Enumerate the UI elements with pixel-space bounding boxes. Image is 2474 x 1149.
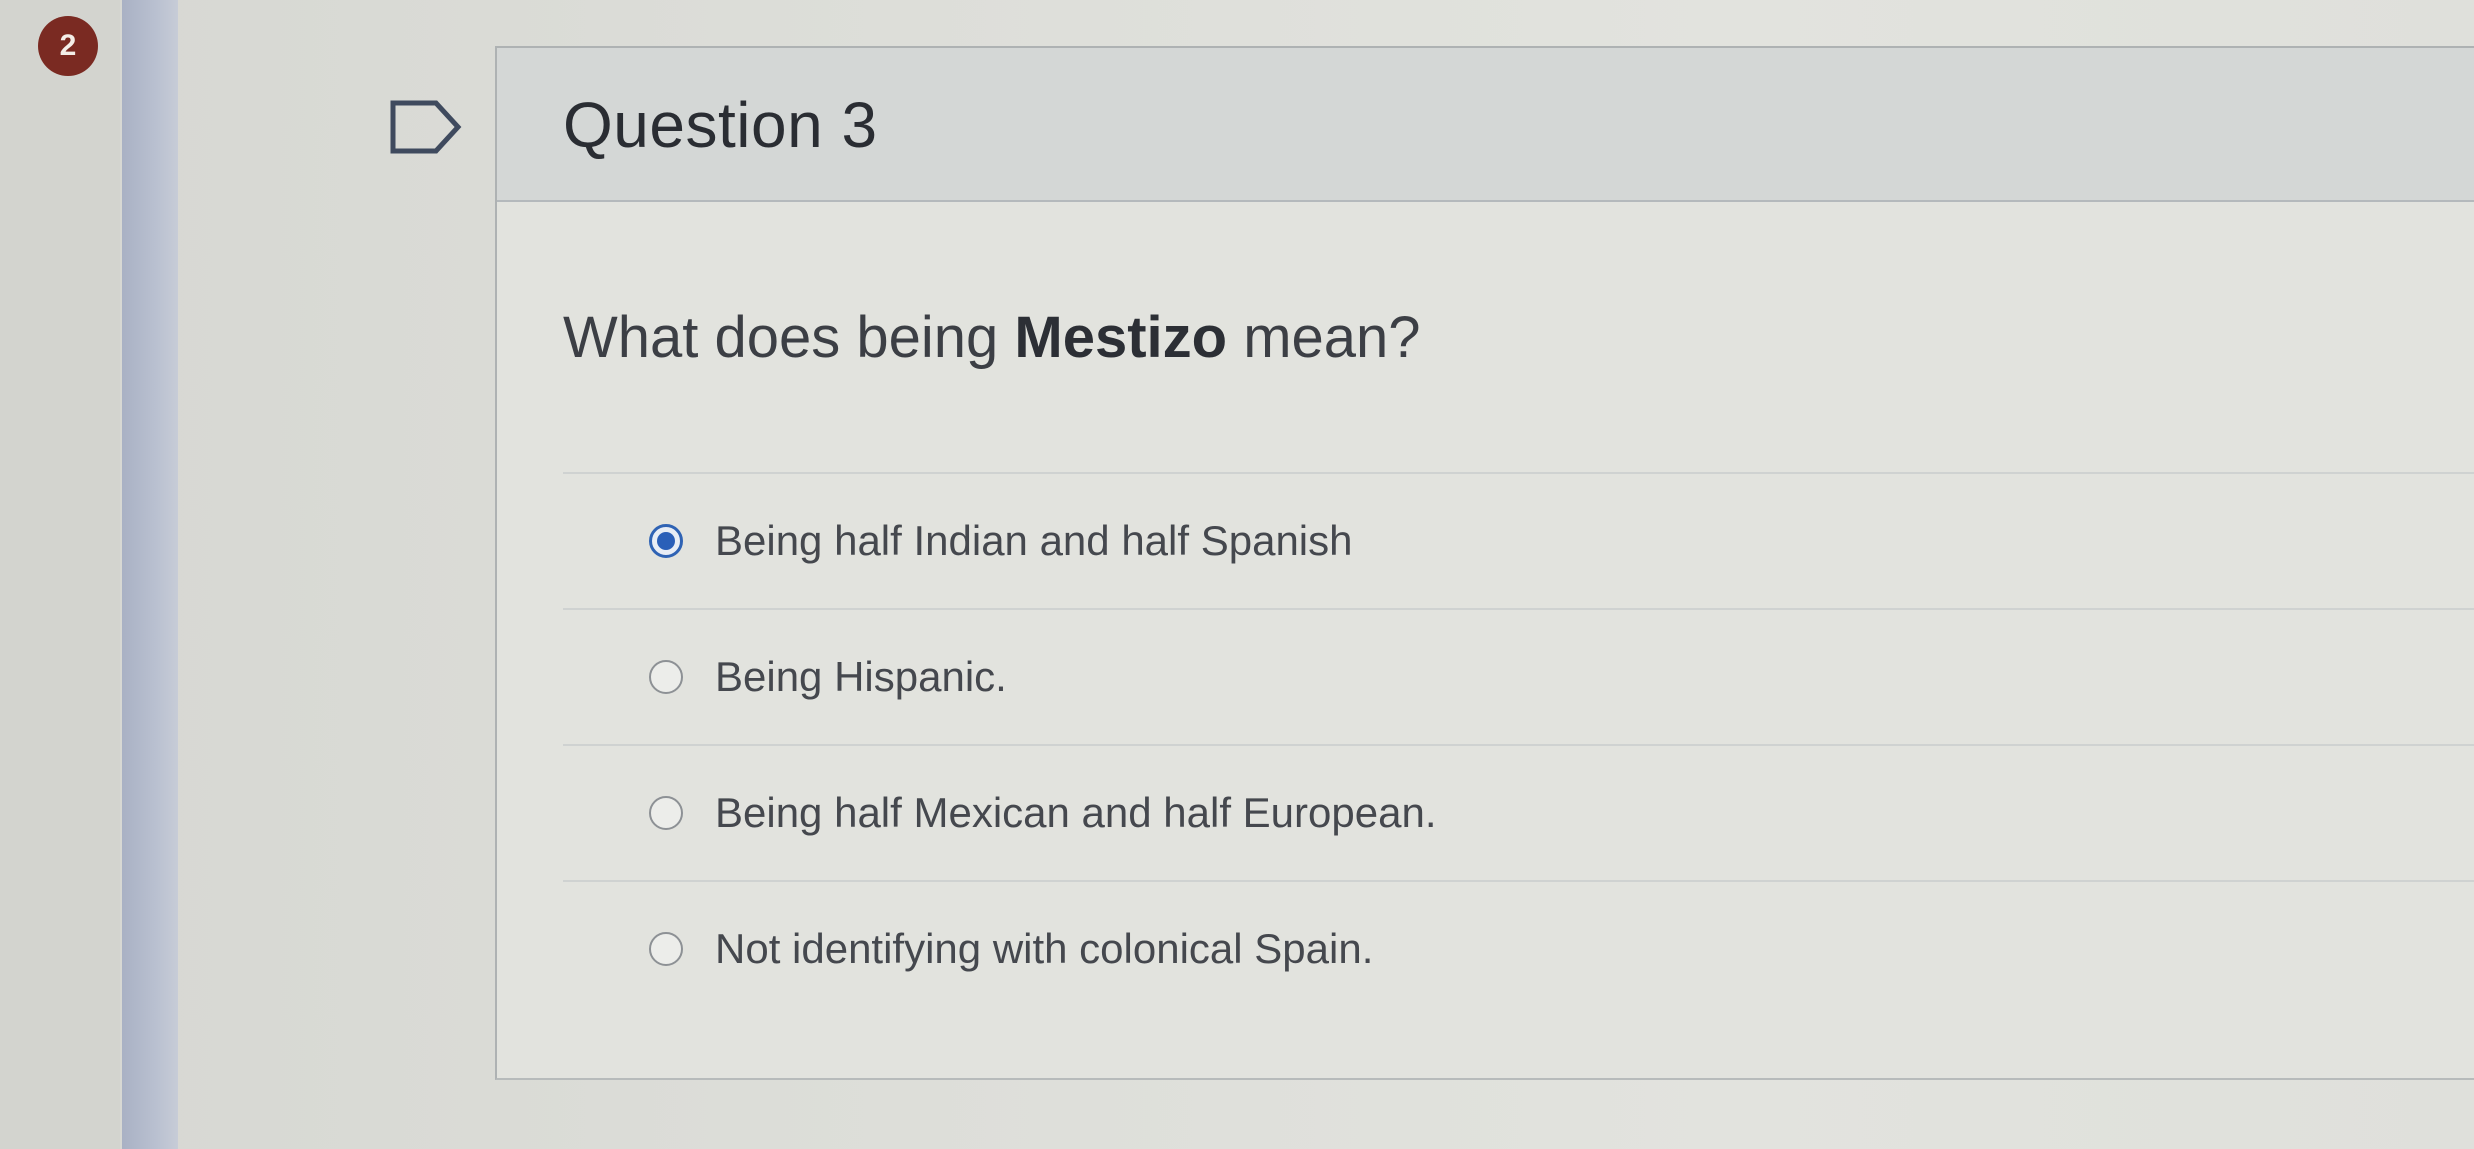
quiz-page: 2 Question 3 What does being Mestizo mea… [0,0,2474,1149]
answer-label-2[interactable]: Being Hispanic. [715,653,1007,701]
question-card: Question 3 What does being Mestizo mean?… [495,46,2474,1080]
flag-question-icon[interactable] [390,100,462,154]
prompt-text-end: mean? [1227,305,1421,370]
question-header: Question 3 [497,48,2474,202]
left-margin [0,0,120,1149]
radio-button-3[interactable] [649,796,683,830]
answer-option-2[interactable]: Being Hispanic. [563,610,2474,744]
question-title: Question 3 [563,89,878,161]
notification-badge[interactable]: 2 [38,16,98,76]
radio-button-2[interactable] [649,660,683,694]
answer-option-4[interactable]: Not identifying with colonical Spain. [563,882,2474,1016]
answer-label-3[interactable]: Being half Mexican and half European. [715,789,1437,837]
question-prompt: What does being Mestizo mean? [563,304,1421,371]
answer-option-1[interactable]: Being half Indian and half Spanish [563,474,2474,608]
answer-option-3[interactable]: Being half Mexican and half European. [563,746,2474,880]
radio-button-1[interactable] [649,524,683,558]
answer-label-1[interactable]: Being half Indian and half Spanish [715,517,1353,565]
radio-button-4[interactable] [649,932,683,966]
course-nav-rail [122,0,178,1149]
answer-label-4[interactable]: Not identifying with colonical Spain. [715,925,1373,973]
prompt-text-start: What does being [563,305,1015,370]
prompt-emphasis: Mestizo [1014,305,1228,370]
